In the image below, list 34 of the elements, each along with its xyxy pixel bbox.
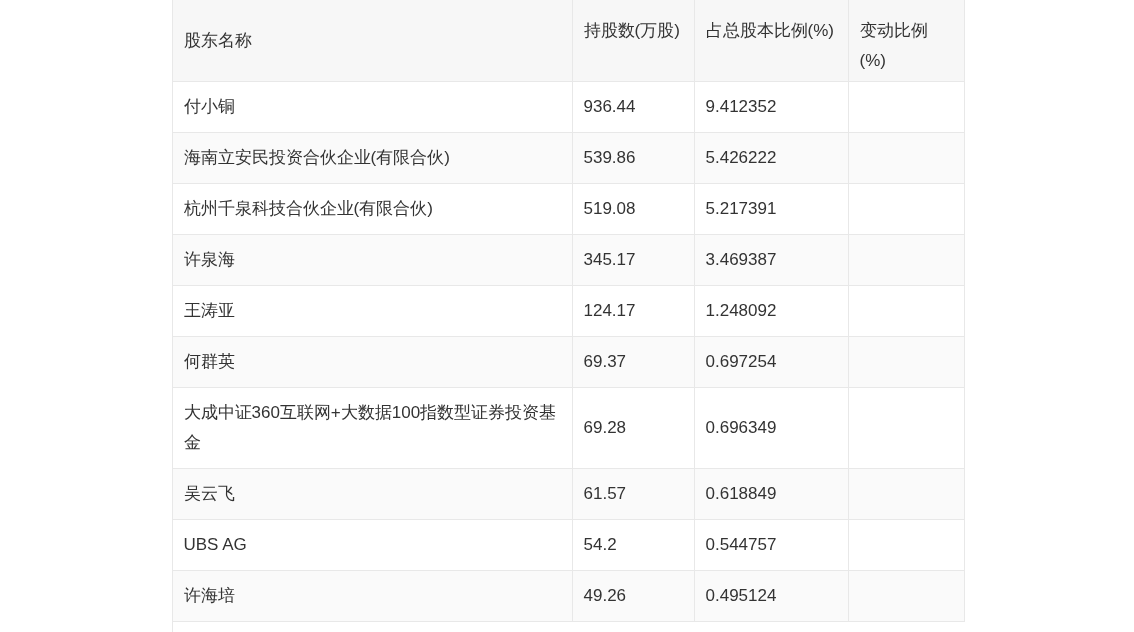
table-cell-text: 许泉海: [183, 249, 235, 271]
table-cell-text: 3.469387: [705, 249, 777, 271]
table-cell-text: 吴云飞: [183, 483, 235, 505]
table-cell-text: 海南立安民投资合伙企业(有限合伙): [183, 147, 450, 169]
table-cell-text: 9.412352: [705, 96, 777, 118]
table-cell-text: 0.495124: [705, 585, 777, 607]
table-cell-text: 王涛亚: [183, 300, 235, 322]
table-cell-text: 许海培: [183, 585, 235, 607]
table-cell-text: 69.37: [583, 351, 627, 373]
table-cell-text: 1.248092: [705, 300, 777, 322]
table-cell-text: 0.618849: [705, 483, 777, 505]
table-cell-text: 345.17: [583, 249, 636, 271]
table-cell-text: 539.86: [583, 147, 636, 169]
table-cell-text: 5.426222: [705, 147, 777, 169]
table-cell-text: UBS AG: [183, 534, 247, 556]
column-header: 持股数(万股): [583, 20, 680, 42]
table-cell-text: 936.44: [583, 96, 636, 118]
column-header: 占总股本比例(%): [705, 20, 834, 42]
table-cell-text: 0.696349: [705, 417, 777, 439]
table-cell-text: 5.217391: [705, 198, 777, 220]
table-cell-text: 何群英: [183, 351, 235, 373]
table-cell-text: 49.26: [583, 585, 627, 607]
table-cell-text: 大成中证360互联网+大数据100指数型证券投资基金: [183, 402, 558, 454]
column-header: 变动比例(%): [859, 20, 929, 72]
table-cell-text: 519.08: [583, 198, 636, 220]
table-cell-text: 0.697254: [705, 351, 777, 373]
table-cell-text: 0.544757: [705, 534, 777, 556]
table-cell-text: 124.17: [583, 300, 636, 322]
table-cell-text: 69.28: [583, 417, 627, 439]
table-cell-text: 54.2: [583, 534, 617, 556]
column-header: 股东名称: [183, 29, 252, 52]
table-cell-text: 付小铜: [183, 96, 235, 118]
table-cell-text: 杭州千泉科技合伙企业(有限合伙): [183, 198, 433, 220]
table-cell-text: 61.57: [583, 483, 627, 505]
